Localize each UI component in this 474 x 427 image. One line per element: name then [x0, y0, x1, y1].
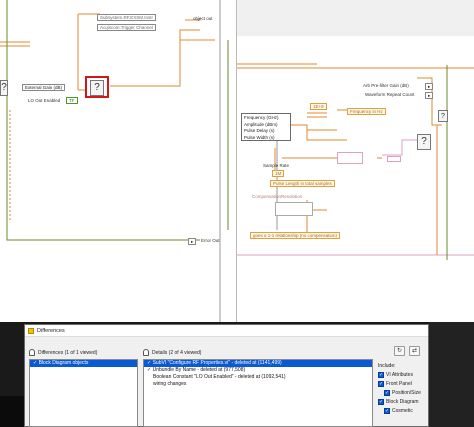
- checkbox-icon: ✓: [384, 390, 390, 396]
- checkbox-icon: ✓: [384, 408, 390, 414]
- arb-gain-terminal: ▸: [425, 83, 434, 90]
- compensation-note: goes a 1-1 relationship (no compensation…: [250, 232, 341, 239]
- small-subvi-icon[interactable]: ?: [438, 110, 448, 122]
- details-header: Details (2 of 4 viewed): [143, 349, 201, 356]
- cluster-item: Pulse Width (s): [244, 134, 275, 140]
- lightbulb-icon: [143, 349, 149, 356]
- right-block-diagram[interactable]: Arb Pre-filter Gain (dB) ▸ Waveform Repe…: [237, 0, 474, 322]
- external-gain-control[interactable]: External Gain (dB): [22, 84, 66, 91]
- details-list[interactable]: ✓ SubVI "Configure RF Properties.vi" - d…: [143, 359, 373, 427]
- waveform-label: Waveform Repeat Count: [365, 92, 415, 97]
- error-out-terminal: ▸: [188, 238, 197, 245]
- lo-out-label: LO Out Enabled: [28, 98, 61, 103]
- differences-dialog[interactable]: Differences Differences (1 of 1 viewed) …: [24, 324, 429, 427]
- vi-attributes-checkbox[interactable]: ✓ VI Attributes: [378, 372, 413, 378]
- differences-header-text: Differences (1 of 1 viewed): [38, 349, 98, 356]
- checkbox-icon: ✓: [378, 381, 384, 387]
- arb-gain-label: Arb Pre-filter Gain (dB): [363, 83, 409, 88]
- refresh-button[interactable]: ↻: [394, 346, 405, 356]
- differences-list[interactable]: ✓ Block Diagram objects: [29, 359, 138, 427]
- trigger-channel-node: Acqiscom.Trigger Channel: [97, 24, 156, 31]
- compensation-label: CompensationResolution: [252, 194, 303, 199]
- sample-rate-control[interactable]: 1M: [272, 170, 285, 177]
- differences-header: Differences (1 of 1 viewed): [29, 349, 97, 356]
- front-panel-checkbox[interactable]: ✓ Front Panel: [378, 381, 412, 387]
- highlighted-subvi[interactable]: ?: [85, 76, 109, 98]
- details-header-text: Details (2 of 4 viewed): [152, 349, 202, 356]
- include-label: Include:: [378, 363, 396, 369]
- subvi-icon-left-edge: ?: [0, 80, 8, 96]
- lightbulb-icon: [29, 349, 35, 356]
- compensation-case: [275, 202, 313, 216]
- block-diagram-checkbox[interactable]: ✓ Block Diagram: [378, 399, 419, 405]
- error-out-label: Error Out: [201, 238, 220, 243]
- freq-constant[interactable]: 1E+9: [310, 103, 327, 110]
- subvi-question-icon[interactable]: ?: [417, 134, 431, 150]
- app-icon: [28, 327, 34, 334]
- desktop-background: [0, 396, 24, 427]
- desktop-background-right: [429, 322, 474, 427]
- dialog-title-bar[interactable]: Differences: [25, 325, 428, 337]
- pulse-cluster-unbundle[interactable]: Frequency (GHz) Amplitude (dBm) Pulse De…: [241, 113, 291, 141]
- list-item[interactable]: ✓ Unbundle By Name - deleted at (977,508…: [144, 367, 372, 374]
- position-size-checkbox[interactable]: ✓ Position/Size: [384, 390, 421, 396]
- list-item[interactable]: wiring changes: [144, 381, 372, 388]
- left-wires: [0, 0, 236, 322]
- left-block-diagram[interactable]: Subsystem.RF.EXSM.Instr Acqiscom.Trigger…: [0, 0, 237, 322]
- object-out-label: object out: [193, 16, 213, 21]
- dialog-title: Differences: [37, 327, 65, 334]
- scroll-region: [237, 0, 474, 36]
- navigate-button[interactable]: ⇄: [409, 346, 420, 356]
- cosmetic-checkbox[interactable]: ✓ Cosmetic: [384, 408, 413, 414]
- subsystem-node: Subsystem.RF.EXSM.Instr: [97, 14, 157, 21]
- sample-rate-label: Sample Rate: [263, 163, 290, 168]
- list-item[interactable]: ✓ Block Diagram objects: [30, 360, 137, 367]
- freq-hz-label: Frequency in Hz: [347, 108, 386, 115]
- list-item[interactable]: Boolean Constant "LO Out Enabled" - dele…: [144, 374, 372, 381]
- waveform-terminal: ▸: [425, 92, 434, 99]
- math-node: [337, 152, 363, 164]
- list-item[interactable]: ✓ SubVI "Configure RF Properties.vi" - d…: [144, 360, 372, 367]
- checkbox-icon: ✓: [378, 399, 384, 405]
- checkbox-icon: ✓: [378, 372, 384, 378]
- array-node: [387, 156, 401, 162]
- lo-out-constant[interactable]: TF: [66, 97, 78, 104]
- question-mark-icon: ?: [90, 80, 104, 96]
- pulse-length-label: Pulse Length in total samples: [270, 180, 335, 187]
